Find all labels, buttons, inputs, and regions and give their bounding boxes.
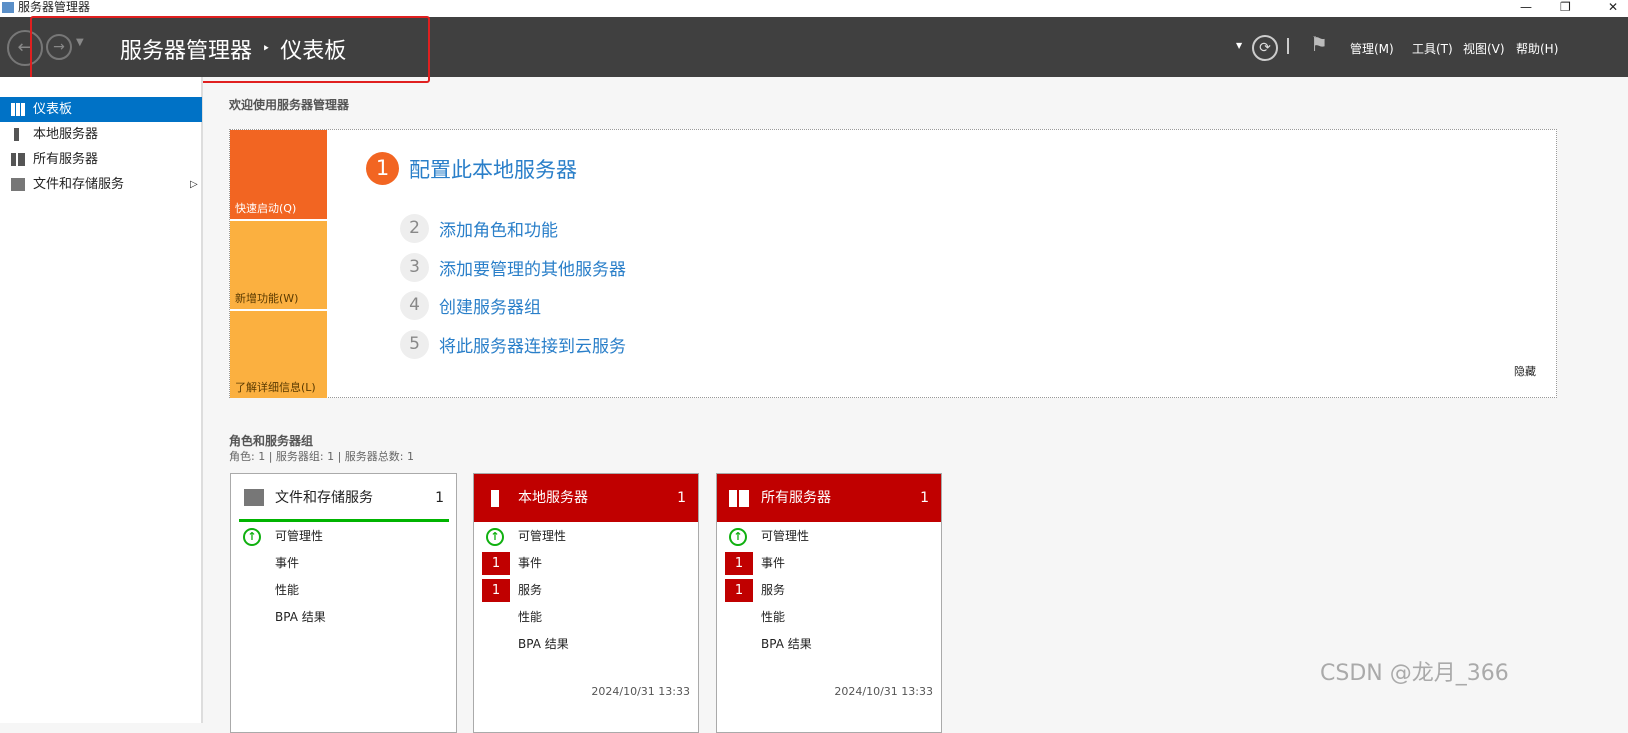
row-bpa[interactable]: BPA 结果 <box>717 631 941 658</box>
row-events[interactable]: 事件 <box>231 550 456 577</box>
sidebar-item-all-servers[interactable]: 所有服务器 <box>0 147 202 172</box>
tile-learn-more[interactable]: 了解详细信息(L) <box>230 311 327 398</box>
alert-badge: 1 <box>482 552 510 575</box>
row-bpa[interactable]: BPA 结果 <box>474 631 698 658</box>
row-manageability[interactable]: ↑ 可管理性 <box>717 523 941 550</box>
step-add-roles[interactable]: 2 添加角色和功能 <box>400 214 558 243</box>
step-configure-local-server[interactable]: 1 配置此本地服务器 <box>366 152 577 185</box>
groups-summary: 角色: 1 | 服务器组: 1 | 服务器总数: 1 <box>229 450 415 463</box>
alert-badge: 1 <box>725 579 753 602</box>
row-events[interactable]: 1 事件 <box>474 550 698 577</box>
row-services[interactable]: 1 服务 <box>474 577 698 604</box>
row-performance[interactable]: 性能 <box>474 604 698 631</box>
minimize-button[interactable]: — <box>1520 0 1532 14</box>
timestamp: 2024/10/31 13:33 <box>591 685 690 698</box>
restore-button[interactable]: ❐ <box>1560 0 1571 14</box>
sidebar-item-dashboard[interactable]: 仪表板 <box>0 97 202 122</box>
groups-heading: 角色和服务器组 <box>229 434 314 448</box>
sidebar-item-file-storage[interactable]: 文件和存储服务 ▷ <box>0 172 202 197</box>
row-bpa[interactable]: BPA 结果 <box>231 604 456 631</box>
card-header[interactable]: 文件和存储服务 1 <box>231 474 456 522</box>
tile-whats-new[interactable]: 新增功能(W) <box>230 221 327 309</box>
card-local-server[interactable]: 本地服务器 1 ↑ 可管理性 1 事件 1 服务 性能 BPA 结果 2024/10/… <box>473 473 699 733</box>
menu-help[interactable]: 帮助(H) <box>1516 40 1558 57</box>
close-button[interactable]: ✕ <box>1608 0 1618 14</box>
status-ok-icon: ↑ <box>243 528 261 546</box>
app-icon <box>2 2 14 13</box>
step-create-group[interactable]: 4 创建服务器组 <box>400 291 541 320</box>
card-header[interactable]: 所有服务器 1 <box>717 474 941 522</box>
status-ok-icon: ↑ <box>729 528 747 546</box>
divider <box>1287 38 1289 54</box>
expand-arrow-icon[interactable]: ▷ <box>190 172 198 197</box>
servers-icon <box>729 490 749 507</box>
row-manageability[interactable]: ↑ 可管理性 <box>231 523 456 550</box>
alert-badge: 1 <box>725 552 753 575</box>
refresh-dropdown-icon[interactable]: ▼ <box>1236 41 1242 50</box>
menu-tools[interactable]: 工具(T) <box>1412 40 1453 57</box>
window-title: 服务器管理器 <box>18 0 91 14</box>
card-file-storage[interactable]: 文件和存储服务 1 ↑ 可管理性 事件 性能 BPA 结果 <box>230 473 457 733</box>
alert-badge: 1 <box>482 579 510 602</box>
step-connect-cloud[interactable]: 5 将此服务器连接到云服务 <box>400 330 626 359</box>
row-performance[interactable]: 性能 <box>231 577 456 604</box>
row-manageability[interactable]: ↑ 可管理性 <box>474 523 698 550</box>
status-ok-icon: ↑ <box>486 528 504 546</box>
servers-icon <box>11 153 25 166</box>
folder-icon <box>244 489 264 506</box>
menu-view[interactable]: 视图(V) <box>1463 40 1505 57</box>
title-bar: 服务器管理器 — ❐ ✕ <box>0 0 1628 17</box>
dashboard-icon <box>11 103 25 116</box>
timestamp: 2024/10/31 13:33 <box>834 685 933 698</box>
server-icon <box>14 128 19 141</box>
row-events[interactable]: 1 事件 <box>717 550 941 577</box>
row-performance[interactable]: 性能 <box>717 604 941 631</box>
sidebar-item-local-server[interactable]: 本地服务器 <box>0 122 202 147</box>
step-add-servers[interactable]: 3 添加要管理的其他服务器 <box>400 253 626 282</box>
card-all-servers[interactable]: 所有服务器 1 ↑ 可管理性 1 事件 1 服务 性能 BPA 结果 2024/10/… <box>716 473 942 733</box>
menu-manage[interactable]: 管理(M) <box>1350 40 1394 57</box>
watermark: CSDN @龙月_366 <box>1320 661 1509 686</box>
annotation-highlight-box <box>30 16 430 83</box>
server-icon <box>491 490 499 507</box>
welcome-panel: 快速启动(Q) 新增功能(W) 了解详细信息(L) 1 配置此本地服务器 2 添加… <box>229 129 1557 398</box>
notifications-flag-icon[interactable]: ⚑ <box>1310 32 1328 56</box>
card-header[interactable]: 本地服务器 1 <box>474 474 698 522</box>
tile-quick-start[interactable]: 快速启动(Q) <box>230 130 327 219</box>
sidebar: 仪表板 本地服务器 所有服务器 文件和存储服务 ▷ <box>0 77 203 723</box>
status-bar-ok <box>239 519 449 522</box>
row-services[interactable]: 1 服务 <box>717 577 941 604</box>
refresh-icon[interactable]: ⟳ <box>1252 35 1278 61</box>
hide-link[interactable]: 隐藏 <box>1514 363 1536 379</box>
welcome-heading: 欢迎使用服务器管理器 <box>229 98 350 112</box>
folder-icon <box>11 178 25 191</box>
